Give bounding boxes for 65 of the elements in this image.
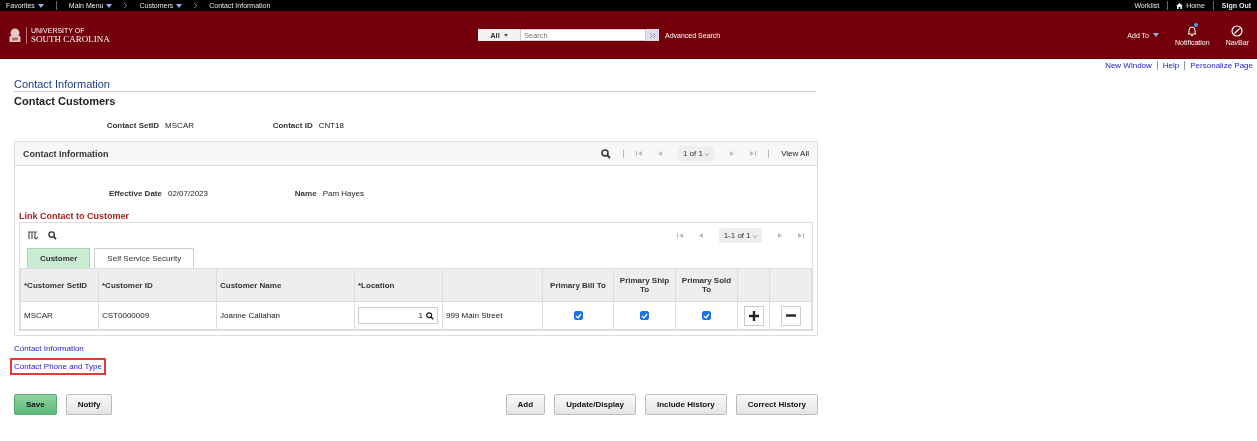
- column-header: Customer Name: [216, 268, 355, 302]
- field-label: Effective Date: [109, 189, 162, 198]
- caret-icon: [106, 3, 113, 8]
- field-label: Contact SetID: [106, 121, 160, 130]
- field-value: Pam Hayes: [322, 189, 364, 198]
- table-cell: Joanne Callahan: [216, 301, 355, 330]
- grid-tab[interactable]: Self Service Security: [94, 248, 195, 268]
- page-link[interactable]: Help: [1162, 61, 1180, 70]
- action-button[interactable]: Add: [505, 394, 546, 415]
- panel-title: Contact Information: [23, 148, 109, 159]
- field-value: MSCAR: [165, 121, 194, 130]
- page-link[interactable]: Contact Phone and Type: [12, 360, 104, 373]
- grid-tab[interactable]: Customer: [27, 248, 91, 268]
- field-label: Contact ID: [272, 121, 313, 130]
- seal-icon: [8, 27, 22, 43]
- field-value: 02/07/2023: [167, 189, 208, 198]
- table-cell: 999 Main Street: [442, 301, 543, 330]
- chevron-icon: [124, 3, 128, 8]
- column-header: Primary Ship To: [613, 268, 676, 302]
- compass-icon: [1231, 24, 1244, 37]
- action-button[interactable]: Update/Display: [554, 394, 636, 415]
- checkbox[interactable]: [573, 311, 583, 321]
- table-cell: MSCAR: [20, 301, 99, 330]
- table-cell: CST0000009: [98, 301, 217, 330]
- caret-icon: [176, 3, 183, 8]
- chevron-icon: [194, 3, 198, 8]
- view-all-link[interactable]: View All: [781, 149, 809, 158]
- caret-icon: [1153, 33, 1159, 37]
- double-chevron-icon: [649, 32, 656, 38]
- column-header: *Customer ID: [98, 268, 217, 302]
- plus-icon: [748, 310, 759, 321]
- location-field[interactable]: 1: [358, 307, 438, 324]
- grid-title: Link Contact to Customer: [18, 211, 130, 221]
- action-button[interactable]: Correct History: [735, 394, 818, 415]
- column-header: *Location: [354, 268, 443, 302]
- action-button[interactable]: Notify: [65, 394, 113, 415]
- action-button[interactable]: Save: [14, 394, 57, 415]
- home-icon: [1176, 2, 1184, 9]
- caret-icon: [705, 153, 710, 156]
- page-link[interactable]: Personalize Page: [1190, 61, 1253, 70]
- caret-icon: [753, 235, 757, 238]
- bell-icon: [1186, 24, 1199, 37]
- checkbox[interactable]: [640, 311, 649, 321]
- column-header: *Customer SetID: [20, 268, 99, 302]
- delete-row-button[interactable]: [780, 305, 801, 326]
- column-header: Primary Bill To: [542, 268, 614, 302]
- page-link[interactable]: New Window: [1105, 61, 1152, 70]
- search-icon[interactable]: [426, 311, 434, 320]
- page-link[interactable]: Contact Information: [12, 342, 86, 355]
- pager-dropdown[interactable]: 1 of 1: [677, 146, 715, 161]
- add-row-button[interactable]: [743, 305, 764, 326]
- caret-icon: [37, 3, 44, 8]
- field-label: Name: [294, 189, 317, 198]
- columns-icon[interactable]: [28, 231, 38, 240]
- search-icon[interactable]: [600, 148, 611, 159]
- field-value: CNT18: [318, 121, 344, 130]
- page-heading: Contact Customers: [14, 95, 117, 107]
- pager-dropdown[interactable]: 1-1 of 1: [718, 228, 762, 243]
- checkbox[interactable]: [702, 311, 711, 321]
- action-button[interactable]: Include History: [644, 394, 727, 415]
- caret-icon: [503, 33, 508, 37]
- search-icon[interactable]: [48, 231, 57, 240]
- minus-icon: [785, 314, 796, 317]
- page-breadcrumb: Contact Information: [14, 70, 816, 92]
- column-header: Primary Sold To: [675, 268, 738, 302]
